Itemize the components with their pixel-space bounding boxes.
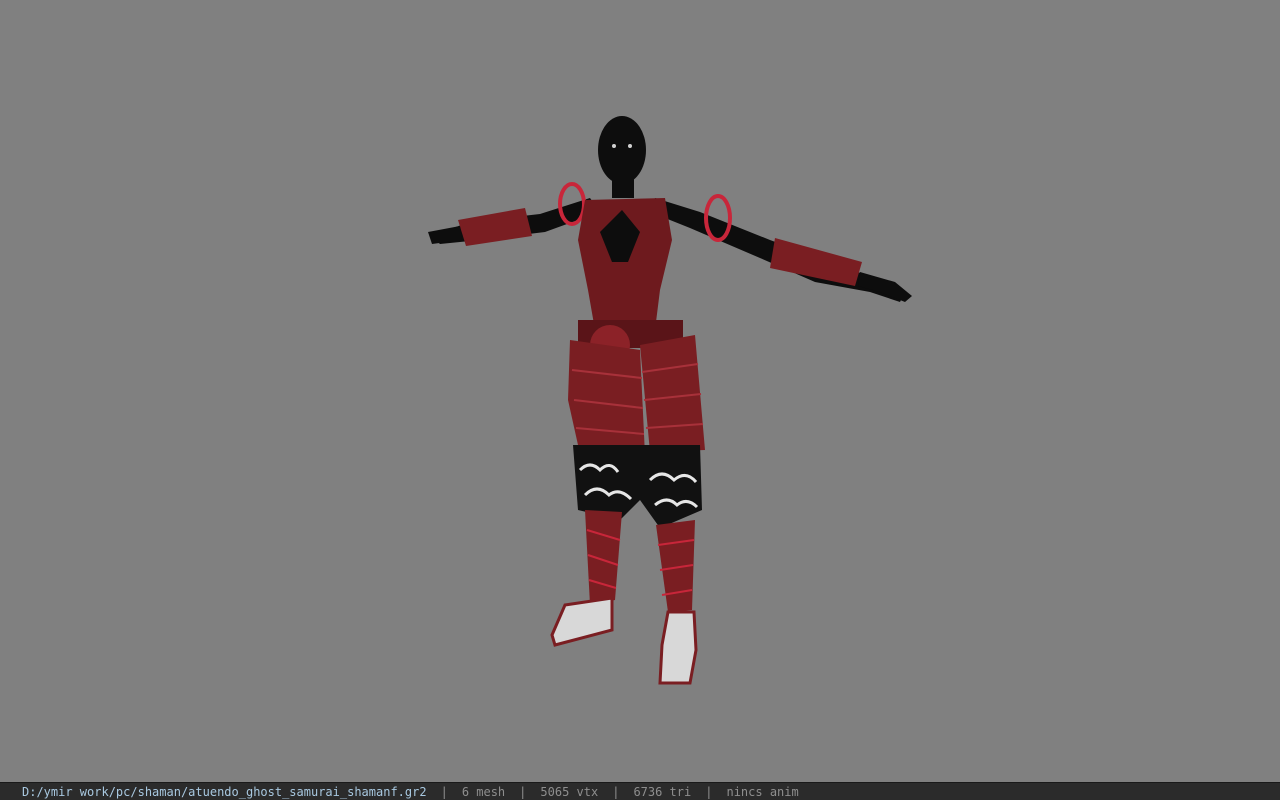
character-model bbox=[428, 116, 912, 685]
right-tasset bbox=[640, 335, 705, 452]
eye bbox=[628, 144, 632, 148]
triangle-count: 6736 tri bbox=[633, 784, 692, 799]
status-bar: D:/ymir work/pc/shaman/atuendo_ghost_sam… bbox=[0, 782, 1280, 800]
head bbox=[598, 116, 646, 184]
left-tasset bbox=[568, 340, 645, 455]
separator: | bbox=[440, 784, 448, 799]
separator: | bbox=[612, 784, 620, 799]
left-leg bbox=[585, 510, 622, 605]
neck bbox=[612, 178, 634, 198]
right-foot bbox=[658, 610, 698, 685]
3d-viewport[interactable] bbox=[0, 0, 1280, 782]
vertex-count: 5065 vtx bbox=[540, 784, 599, 799]
eye bbox=[612, 144, 616, 148]
left-bracer bbox=[458, 208, 532, 246]
file-path: D:/ymir work/pc/shaman/atuendo_ghost_sam… bbox=[22, 784, 427, 799]
right-hand bbox=[858, 272, 912, 302]
left-foot bbox=[550, 596, 614, 647]
mesh-count: 6 mesh bbox=[461, 784, 506, 799]
separator: | bbox=[705, 784, 713, 799]
animation-status: nincs anim bbox=[726, 784, 799, 799]
separator: | bbox=[519, 784, 527, 799]
